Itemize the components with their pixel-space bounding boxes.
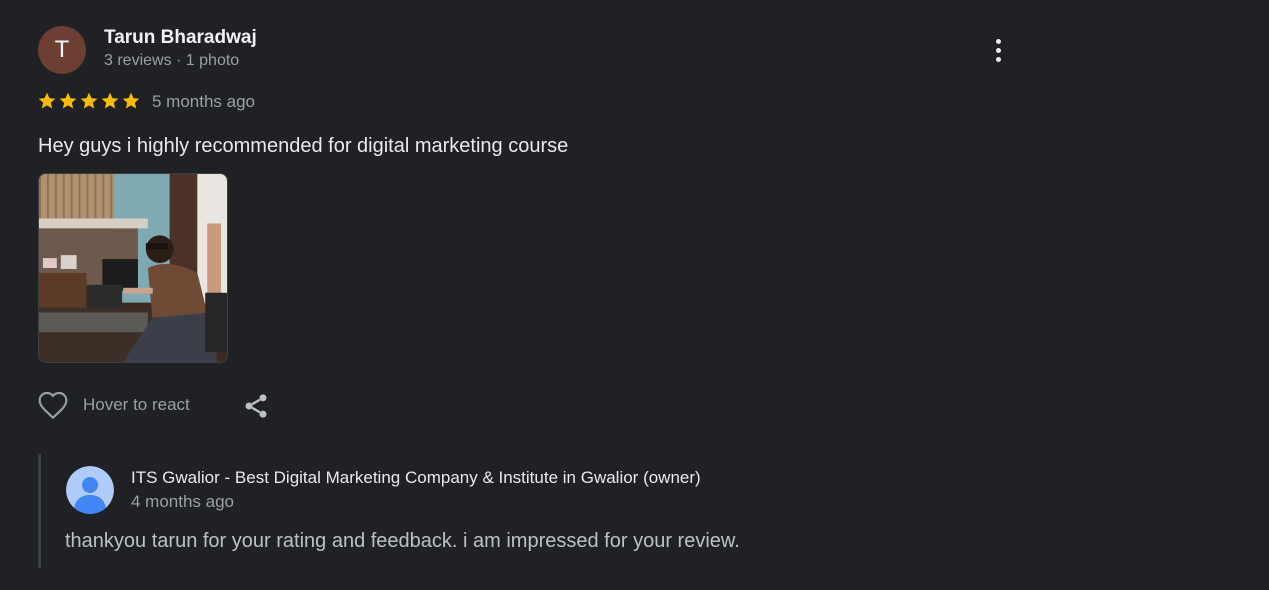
star-rating [37,91,141,111]
review-text: Hey guys i highly recommended for digita… [38,135,569,157]
share-icon [245,394,267,418]
owner-name[interactable]: ITS Gwalior - Best Digital Marketing Com… [131,468,701,488]
review-photo[interactable] [38,173,228,363]
reviewer-name[interactable]: Tarun Bharadwaj [104,27,257,49]
share-button[interactable] [242,391,270,426]
avatar-letter: T [54,36,70,63]
owner-reply-time: 4 months ago [131,492,235,511]
person-icon [66,466,114,514]
reviewer-avatar[interactable]: T [38,26,86,74]
star-icon [80,92,98,109]
star-icon [59,92,77,109]
review-time: 5 months ago [152,92,256,111]
react-label: Hover to react [83,395,190,414]
owner-reply: ITS Gwalior - Best Digital Marketing Com… [38,454,941,568]
more-vert-icon [995,38,1001,44]
star-icon [122,92,140,109]
more-options-button[interactable] [984,34,1012,66]
owner-reply-text: thankyou tarun for your rating and feedb… [65,530,740,552]
heart-icon [38,391,68,420]
reviewer-meta: 3 reviews · 1 photo [104,52,240,69]
star-icon [38,92,56,109]
react-button[interactable]: Hover to react [37,390,190,420]
owner-avatar[interactable] [66,466,114,514]
star-icon [101,92,119,109]
